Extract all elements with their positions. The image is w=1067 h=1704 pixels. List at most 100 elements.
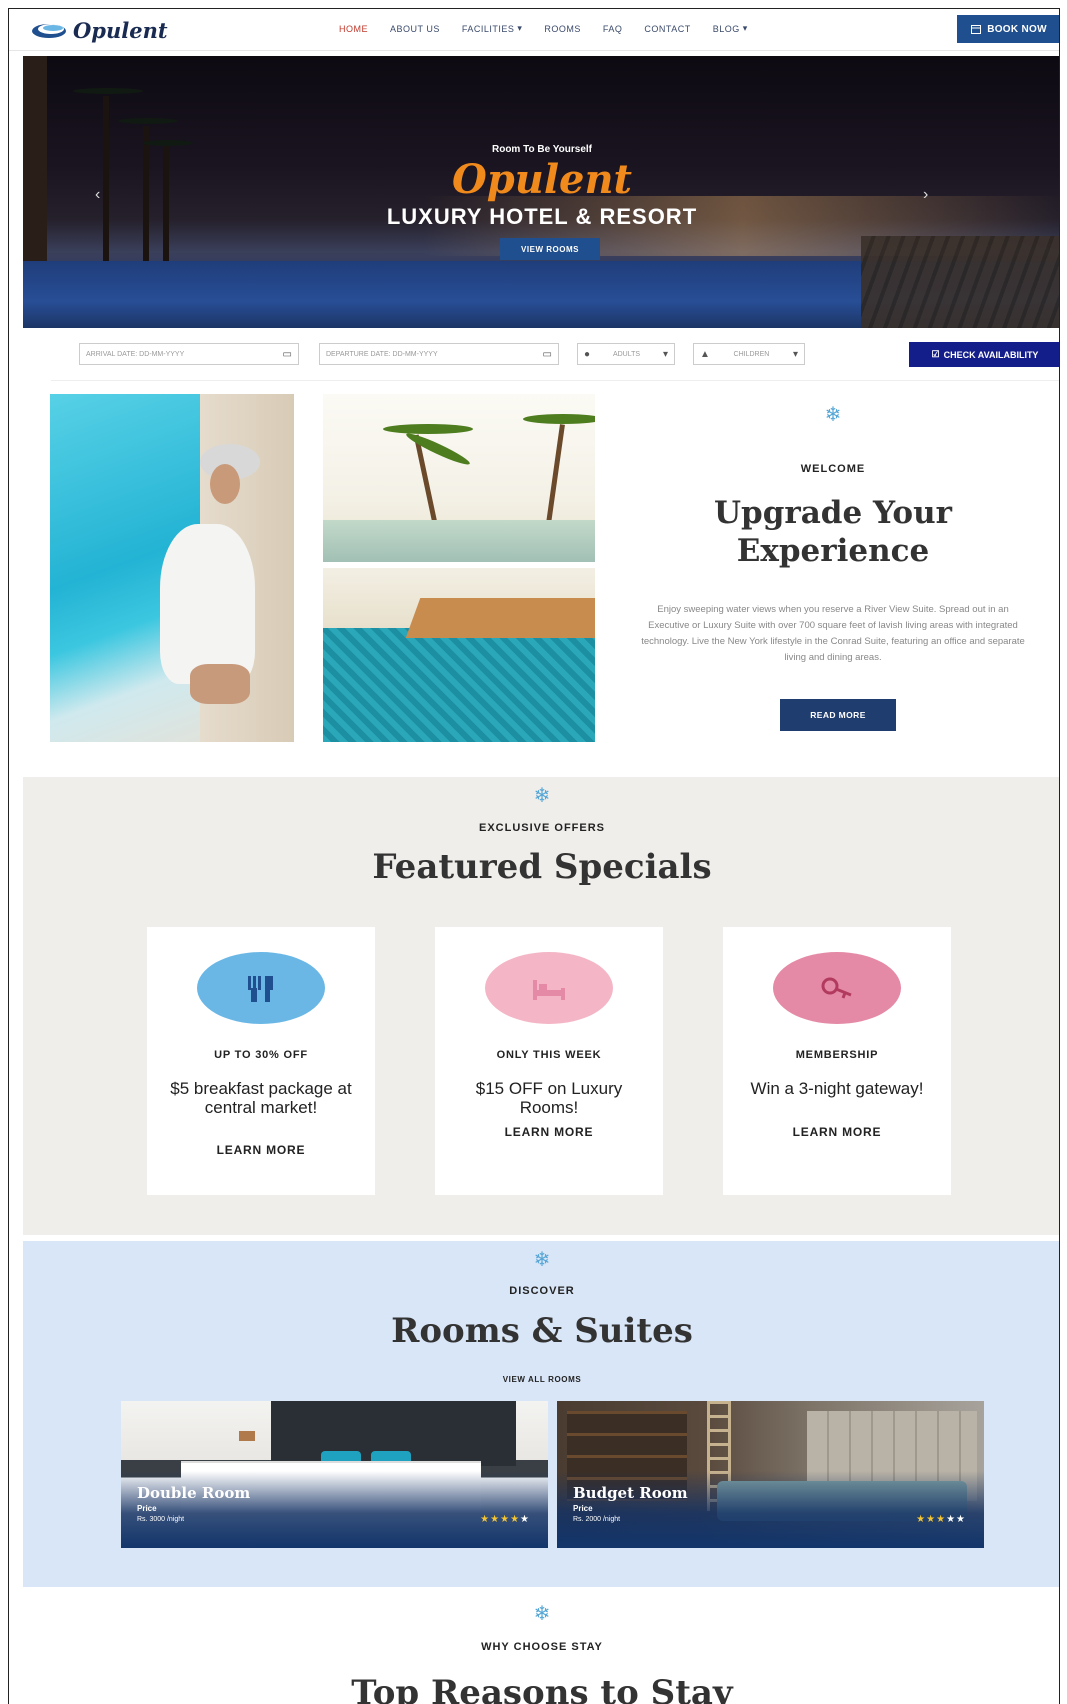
room-price: Rs. 3000 /night (137, 1516, 185, 1523)
book-now-label: BOOK NOW (987, 23, 1047, 35)
utensils-icon (248, 976, 273, 1002)
welcome-eyebrow: WELCOME (800, 463, 866, 475)
learn-more-link[interactable]: LEARN MORE (723, 1125, 951, 1139)
book-now-button[interactable]: BOOK NOW (957, 15, 1059, 43)
nav-item-rooms[interactable]: ROOMS (544, 23, 581, 34)
user-icon: ▲ (700, 348, 710, 360)
offer-description: Win a 3-night gateway! (750, 1079, 924, 1098)
snowflake-icon: ❄ (533, 785, 551, 807)
children-select[interactable]: ▲ CHILDREN ▾ (693, 343, 805, 365)
nav-label: FAQ (602, 23, 623, 34)
star-empty-icon: ★ (946, 1514, 957, 1525)
room-card-double[interactable]: Double Room Price Rs. 3000 /night ★★★★★ (121, 1401, 548, 1548)
logo[interactable]: Opulent (31, 17, 168, 43)
nav-label: ABOUT US (390, 23, 440, 34)
star-filled-icon: ★ (500, 1514, 511, 1525)
check-square-icon: ☑ (931, 349, 940, 359)
star-rating: ★★★★★ (916, 1514, 966, 1525)
offer-icon-circle (485, 952, 613, 1024)
departure-date-field[interactable]: DEPARTURE DATE: DD-MM-YYYY ▭ (319, 343, 559, 365)
calendar-icon: ▭ (282, 348, 292, 360)
nav-item-home[interactable]: HOME (339, 23, 368, 34)
read-more-button[interactable]: READ MORE (780, 699, 896, 731)
arrival-date-placeholder: ARRIVAL DATE: DD-MM-YYYY (86, 350, 185, 358)
offers-title: Featured Specials (372, 847, 712, 887)
rooms-title: Rooms & Suites (391, 1311, 693, 1351)
star-empty-icon: ★ (520, 1514, 530, 1525)
arrival-date-field[interactable]: ARRIVAL DATE: DD-MM-YYYY ▭ (79, 343, 299, 365)
room-card-budget[interactable]: Budget Room Price Rs. 2000 /night ★★★★★ (557, 1401, 984, 1548)
offer-tag: UP TO 30% OFF (214, 1049, 308, 1061)
pool-lounger-image (323, 568, 595, 742)
room-name: Budget Room (573, 1484, 688, 1502)
image-leaf (383, 424, 473, 434)
image-head (210, 464, 240, 504)
welcome-section: ❄ WELCOME Upgrade Your Experience Enjoy … (23, 394, 1059, 742)
learn-more-link[interactable]: LEARN MORE (147, 1143, 375, 1157)
star-filled-icon: ★ (926, 1514, 937, 1525)
image-dress (160, 524, 255, 684)
palm-trees-image (323, 394, 595, 562)
snowflake-icon: ❄ (533, 1603, 551, 1625)
offer-icon-circle (197, 952, 325, 1024)
slider-prev-arrow-icon[interactable]: ‹ (95, 186, 100, 204)
star-filled-icon: ★ (480, 1514, 491, 1525)
hero-tagline: Room To Be Yourself (491, 144, 592, 155)
star-empty-icon: ★ (956, 1514, 966, 1525)
offer-card-membership: MEMBERSHIP Win a 3-night gateway! LEARN … (723, 927, 951, 1195)
nav-item-faq[interactable]: FAQ (603, 23, 623, 34)
chevron-down-icon: ▾ (792, 348, 798, 360)
star-filled-icon: ★ (490, 1514, 501, 1525)
snowflake-icon: ❄ (533, 1249, 551, 1271)
card-shade (557, 1471, 984, 1548)
rooms-suites-section: ❄ DISCOVER Rooms & Suites VIEW ALL ROOMS… (23, 1241, 1059, 1587)
why-choose-section: ❄ WHY CHOOSE STAY Top Reasons to Stay (23, 1593, 1059, 1704)
site-header: Opulent HOME ABOUT US FACILITIES ▾ ROOMS … (9, 9, 1059, 51)
nav-label: ROOMS (544, 23, 581, 34)
hero-slider: Room To Be Yourself Opulent LUXURY HOTEL… (23, 56, 1059, 328)
welcome-title: Upgrade Your Experience (714, 495, 952, 569)
nav-item-facilities[interactable]: FACILITIES ▾ (462, 23, 523, 34)
rooms-eyebrow: DISCOVER (509, 1285, 575, 1297)
calendar-icon: ▭ (542, 348, 552, 360)
hero-script-title: Opulent (451, 156, 633, 203)
slider-next-arrow-icon[interactable]: › (923, 186, 928, 204)
main-nav: HOME ABOUT US FACILITIES ▾ ROOMS FAQ CONT… (339, 23, 770, 34)
children-placeholder: CHILDREN (733, 350, 770, 358)
star-rating: ★★★★★ (480, 1514, 530, 1525)
view-rooms-button[interactable]: VIEW ROOMS (500, 238, 600, 260)
adults-select[interactable]: ● ADULTS ▾ (577, 343, 675, 365)
woman-by-pool-image (50, 394, 294, 742)
nav-label: BLOG (712, 23, 740, 34)
nav-item-contact[interactable]: CONTACT (644, 23, 690, 34)
offer-tag: ONLY THIS WEEK (496, 1049, 602, 1061)
nav-label: HOME (339, 23, 368, 34)
offer-tag: MEMBERSHIP (795, 1049, 879, 1061)
offer-card-breakfast: UP TO 30% OFF $5 breakfast package at ce… (147, 927, 375, 1195)
chevron-down-icon: ▾ (662, 348, 668, 360)
offer-card-luxury-rooms: ONLY THIS WEEK $15 OFF on Luxury Rooms! … (435, 927, 663, 1195)
welcome-content: ❄ WELCOME Upgrade Your Experience Enjoy … (623, 394, 1043, 734)
offers-eyebrow: EXCLUSIVE OFFERS (478, 822, 606, 834)
learn-more-link[interactable]: LEARN MORE (435, 1125, 663, 1139)
booking-bar: ARRIVAL DATE: DD-MM-YYYY ▭ DEPARTURE DAT… (51, 329, 1059, 381)
image-leaf (523, 414, 595, 424)
bed-icon (533, 980, 565, 1000)
offer-icon-circle (773, 952, 901, 1024)
key-icon (821, 977, 852, 999)
view-all-rooms-link[interactable]: VIEW ALL ROOMS (23, 1375, 1059, 1384)
card-shade (121, 1471, 548, 1548)
nav-item-blog[interactable]: BLOG ▾ (713, 23, 748, 34)
welcome-body: Enjoy sweeping water views when you rese… (641, 604, 1025, 663)
check-availability-button[interactable]: ☑ CHECK AVAILABILITY (909, 342, 1059, 367)
star-filled-icon: ★ (936, 1514, 947, 1525)
star-filled-icon: ★ (510, 1514, 521, 1525)
image-lounger (405, 598, 595, 638)
image-trunk (546, 424, 565, 524)
page-frame: Opulent HOME ABOUT US FACILITIES ▾ ROOMS … (8, 8, 1060, 1704)
calendar-icon (971, 25, 982, 34)
nav-item-about-us[interactable]: ABOUT US (390, 23, 440, 34)
image-leaf (404, 429, 472, 469)
nav-label: FACILITIES (461, 23, 515, 34)
room-price: Rs. 2000 /night (573, 1516, 621, 1523)
